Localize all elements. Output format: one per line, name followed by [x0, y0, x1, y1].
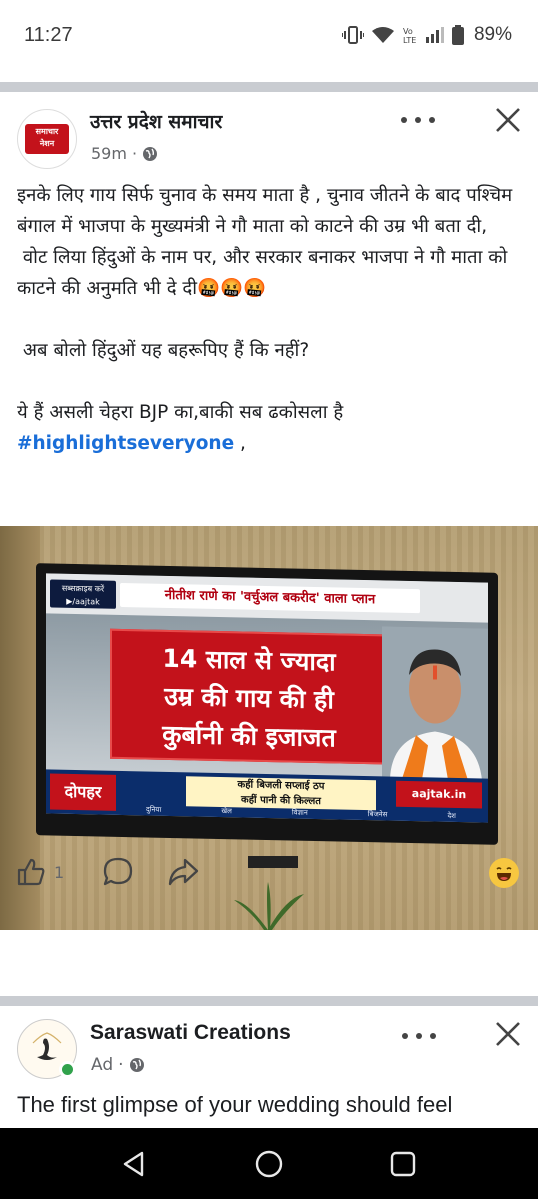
ad-post: Saraswati Creations Ad · The first glimp…: [0, 1006, 538, 1130]
recents-button[interactable]: [385, 1146, 421, 1182]
online-status-dot: [59, 1061, 76, 1078]
post-text: इनके लिए गाय सिर्फ चुनाव के समय माता है …: [17, 180, 522, 459]
tv-nav-item: बिजनेस: [367, 810, 388, 819]
promo-chip: aajtak.in: [396, 780, 482, 809]
tv-frame: सब्सक्राइब करें ▶/aajtak नीतीश राणे का '…: [36, 563, 498, 845]
volte-icon: VoLTE: [403, 27, 416, 45]
channel-logo: सब्सक्राइब करें ▶/aajtak: [50, 579, 116, 609]
system-nav-bar: [0, 1128, 538, 1199]
post-text-line: [17, 304, 522, 335]
time-chip: दोपहर 2:30: [50, 773, 116, 823]
globe-icon: [143, 146, 158, 161]
svg-text:LTE: LTE: [403, 36, 416, 45]
tv-nav-item: देश: [447, 811, 456, 820]
back-button[interactable]: [116, 1146, 152, 1182]
news-ticker: कहीं बिजली सप्लाई ठप कहीं पानी की किल्लत: [186, 776, 376, 811]
post-text-line: [17, 366, 522, 397]
like-button[interactable]: 1: [16, 854, 64, 890]
caption-line: उम्र की गाय की ही: [164, 681, 334, 715]
more-options-button[interactable]: [401, 110, 435, 130]
post-text-line: अब बोलो हिंदुओं यह बहरूपिए हैं कि नहीं?: [17, 340, 310, 361]
signal-icon: [425, 27, 444, 43]
thumbs-up-icon: [17, 858, 45, 886]
hashtag-link[interactable]: #highlightseveryone: [17, 433, 234, 454]
post-actions: 1: [0, 846, 538, 898]
back-triangle-icon: [123, 1151, 144, 1177]
hashtag-suffix: ,: [234, 433, 246, 454]
battery-icon: [451, 25, 464, 45]
status-icons: Vo LTE 89%: [341, 24, 512, 46]
wifi-icon: [371, 27, 394, 43]
page-name[interactable]: उत्तर प्रदेश समाचार: [90, 108, 222, 134]
main-caption-box: 14 साल से ज्यादा उम्र की गाय की ही कुर्ब…: [110, 628, 388, 765]
hashtag-line: #highlightseveryone ,: [17, 428, 522, 459]
home-circle-icon: [255, 1150, 283, 1178]
post-time[interactable]: 59m: [91, 144, 127, 163]
status-bar: 11:27 Vo LTE 89%: [0, 0, 538, 72]
post-text-line: ये हैं असली चेहरा BJP का,बाकी सब ढकोसला …: [17, 402, 344, 423]
tv-nav-item: दुनिया: [146, 805, 162, 814]
person-figure: [382, 626, 488, 781]
ad-meta: Ad ·: [91, 1055, 145, 1075]
comment-icon: [103, 857, 133, 886]
home-button[interactable]: [251, 1146, 287, 1182]
comment-button[interactable]: [102, 854, 134, 890]
like-count: 1: [54, 862, 65, 882]
close-icon[interactable]: [494, 106, 522, 134]
post-text-line: इनके लिए गाय सिर्फ चुनाव के समय माता है …: [17, 185, 519, 237]
feed-divider: [0, 996, 538, 1006]
logo-line-2: ▶/aajtak: [66, 596, 100, 607]
feed-divider: [0, 82, 538, 92]
vibrate-icon: [341, 26, 364, 44]
caption-line: कुर्बानी की इजाजत: [162, 719, 336, 753]
battery-percent: 89%: [473, 24, 512, 45]
dot-separator: ·: [131, 144, 138, 163]
recents-square-icon: [390, 1151, 416, 1177]
globe-icon: [129, 1058, 144, 1072]
ad-text: The first glimpse of your wedding should…: [17, 1092, 453, 1117]
ad-more-options-button[interactable]: [402, 1026, 436, 1046]
avatar-text-1: समाचार: [35, 127, 59, 136]
close-icon[interactable]: [494, 1020, 522, 1048]
svg-text:Vo: Vo: [403, 27, 413, 36]
tv-nav-item: विज्ञान: [291, 808, 308, 817]
post-text-line: वोट लिया हिंदुओं के नाम पर, और सरकार बना…: [17, 247, 514, 299]
post-meta: 59m ·: [91, 144, 158, 163]
tv-screen: सब्सक्राइब करें ▶/aajtak नीतीश राणे का '…: [46, 573, 488, 823]
page-avatar[interactable]: समाचार नेशन: [17, 109, 77, 169]
share-icon: [168, 858, 199, 886]
ad-page-name[interactable]: Saraswati Creations: [90, 1021, 291, 1045]
status-time: 11:27: [24, 24, 73, 46]
laugh-reaction-icon[interactable]: [489, 858, 519, 888]
share-button[interactable]: [167, 854, 199, 890]
dot-separator: ·: [118, 1055, 124, 1075]
avatar-text-2: नेशन: [39, 139, 55, 148]
ad-label: Ad: [91, 1055, 114, 1075]
tv-nav-item: खेल: [221, 807, 232, 816]
caption-line: 14 साल से ज्यादा: [162, 643, 336, 677]
